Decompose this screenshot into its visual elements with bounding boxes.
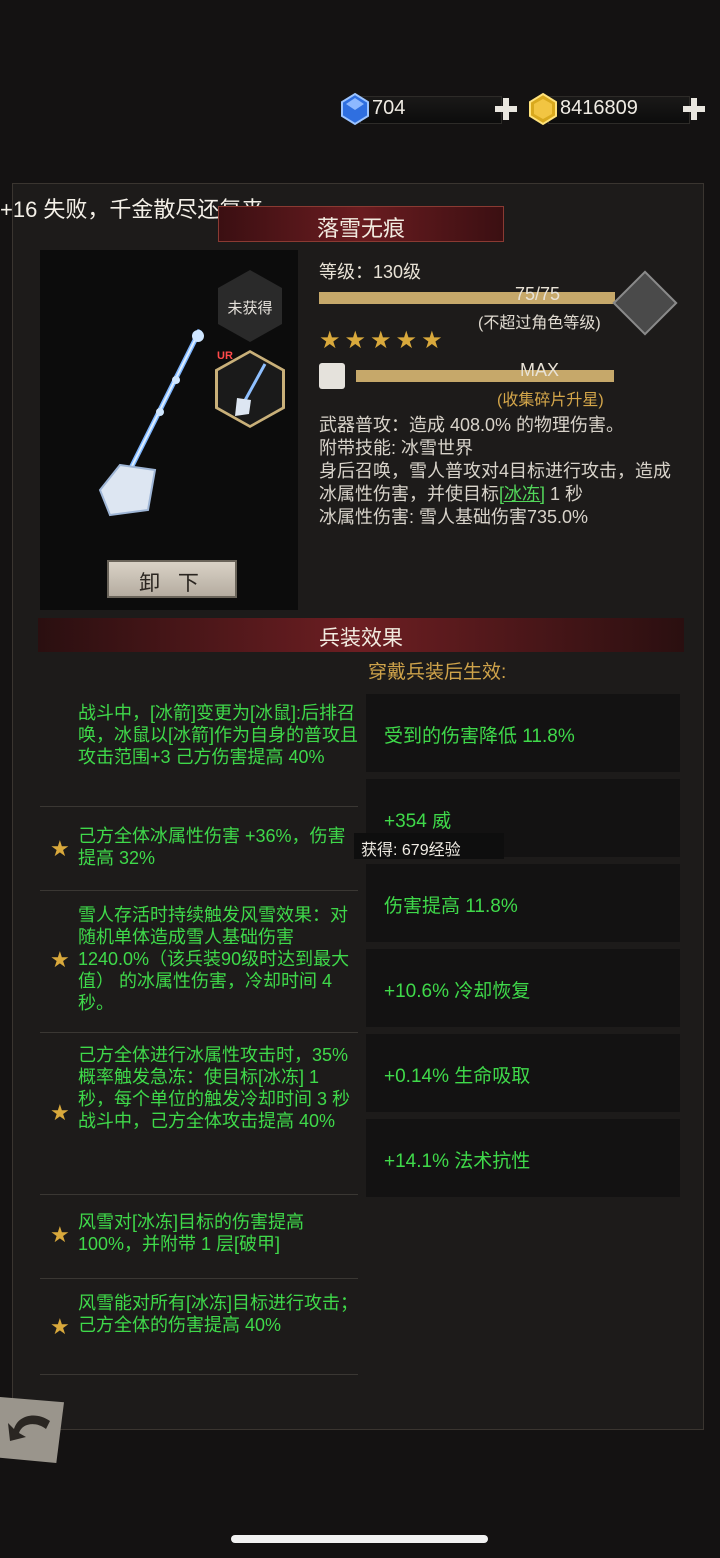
stat-box: +10.6% 冷却恢复	[366, 949, 680, 1027]
stat-value: +14.1% 法术抗性	[384, 1151, 531, 1172]
freeze-link[interactable]: [冰冻]	[499, 484, 545, 504]
stat-box: +14.1% 法术抗性	[366, 1119, 680, 1197]
stat-value: 伤害提高 11.8%	[384, 896, 518, 917]
effect-item: 风雪能对所有[冰冻]目标进行攻击；己方全体的伤害提高 40%	[78, 1293, 359, 1335]
effect-item: 风雪对[冰冻]目标的伤害提高 100%，并附带 1 层[破甲]	[78, 1212, 305, 1254]
divider	[40, 1278, 358, 1279]
divider	[40, 1374, 358, 1375]
stat-box: 伤害提高 11.8%	[366, 864, 680, 942]
add-gold-button[interactable]	[682, 97, 706, 121]
weapon-description: 武器普攻：造成 408.0% 的物理伤害。 附带技能: 冰雪世界 身后召唤，雪人…	[319, 414, 679, 529]
divider	[40, 890, 358, 891]
unequip-label: 卸 下	[139, 572, 205, 595]
weapon-name: 落雪无痕	[316, 216, 405, 241]
add-gems-button[interactable]	[494, 97, 518, 121]
desc-skill-detail: 身后召唤，雪人普攻对4目标进行攻击，造成冰属性伤害，并使目标[冰冻] 1 秒	[319, 461, 672, 504]
star-icon: ★	[50, 1314, 70, 1339]
divider	[40, 1194, 358, 1195]
toast-text: 获得: 679经验	[361, 842, 461, 859]
gold-currency: 8416809	[526, 92, 708, 126]
effect-item: 己方全体冰属性伤害 +36%，伤害提高 32%	[78, 826, 346, 868]
stat-value: +354 威	[384, 811, 452, 832]
staff-thumb-icon	[235, 363, 267, 416]
divider	[40, 1032, 358, 1033]
star-icon: ★	[50, 947, 70, 972]
star-rating: ★★★★★	[319, 327, 447, 354]
effect-item: 己方全体进行冰属性攻击时，35% 概率触发急冻：使目标[冰冻] 1 秒，每个单位…	[78, 1045, 351, 1131]
exp-toast: 获得: 679经验	[354, 833, 504, 859]
stat-value: +10.6% 冷却恢复	[384, 981, 531, 1002]
star-icon: ★	[50, 1222, 70, 1247]
gold-icon	[529, 92, 557, 126]
back-button[interactable]	[0, 1397, 64, 1463]
shard-progress-text: MAX	[520, 360, 560, 380]
divider	[40, 806, 358, 807]
section-title: 兵装效果	[319, 627, 403, 650]
shard-note: (收集碎片升星)	[497, 392, 604, 409]
effect-item: 雪人存活时持续触发风雪效果：对随机单体造成雪人基础伤害 1240.0%（该兵装9…	[78, 905, 350, 1013]
shard-progress-bar	[356, 370, 614, 382]
star-icon: ★	[50, 1100, 70, 1125]
equip-subtitle: 穿戴兵装后生效:	[368, 662, 507, 683]
home-indicator[interactable]	[231, 1535, 488, 1543]
desc-attack: 武器普攻：造成 408.0% 的物理伤害。	[319, 415, 625, 435]
level-progress-text: 75/75	[515, 284, 561, 304]
gem-currency: 704	[338, 92, 520, 126]
rarity-badge: UR	[217, 350, 233, 362]
equip-effects-banner: 兵装效果	[38, 618, 684, 652]
stat-box: 受到的伤害降低 11.8%	[366, 694, 680, 772]
desc-skill: 附带技能: 冰雪世界	[319, 438, 474, 458]
staff-icon	[98, 328, 204, 517]
gold-count: 8416809	[560, 97, 638, 119]
effect-item: 战斗中，[冰箭]变更为[冰鼠]:后排召唤，冰鼠以[冰箭]作为自身的普攻且攻击范围…	[78, 703, 359, 767]
gem-count: 704	[372, 97, 406, 119]
unequip-button[interactable]: 卸 下	[107, 560, 237, 598]
stat-value: +0.14% 生命吸取	[384, 1066, 531, 1087]
puzzle-icon	[319, 363, 345, 389]
gem-icon	[341, 92, 369, 126]
desc-ice-damage: 冰属性伤害: 雪人基础伤害735.0%	[319, 507, 589, 527]
unobtained-label: 未获得	[227, 300, 273, 317]
level-progress-bar	[319, 292, 615, 304]
stat-box: +0.14% 生命吸取	[366, 1034, 680, 1112]
back-arrow-icon	[8, 1415, 50, 1441]
level-label: 等级：130级	[319, 262, 422, 282]
stat-value: 受到的伤害降低 11.8%	[384, 726, 575, 747]
weapon-title-banner: 落雪无痕	[218, 206, 504, 242]
star-icon: ★	[50, 836, 70, 861]
level-note: (不超过角色等级)	[478, 315, 601, 332]
